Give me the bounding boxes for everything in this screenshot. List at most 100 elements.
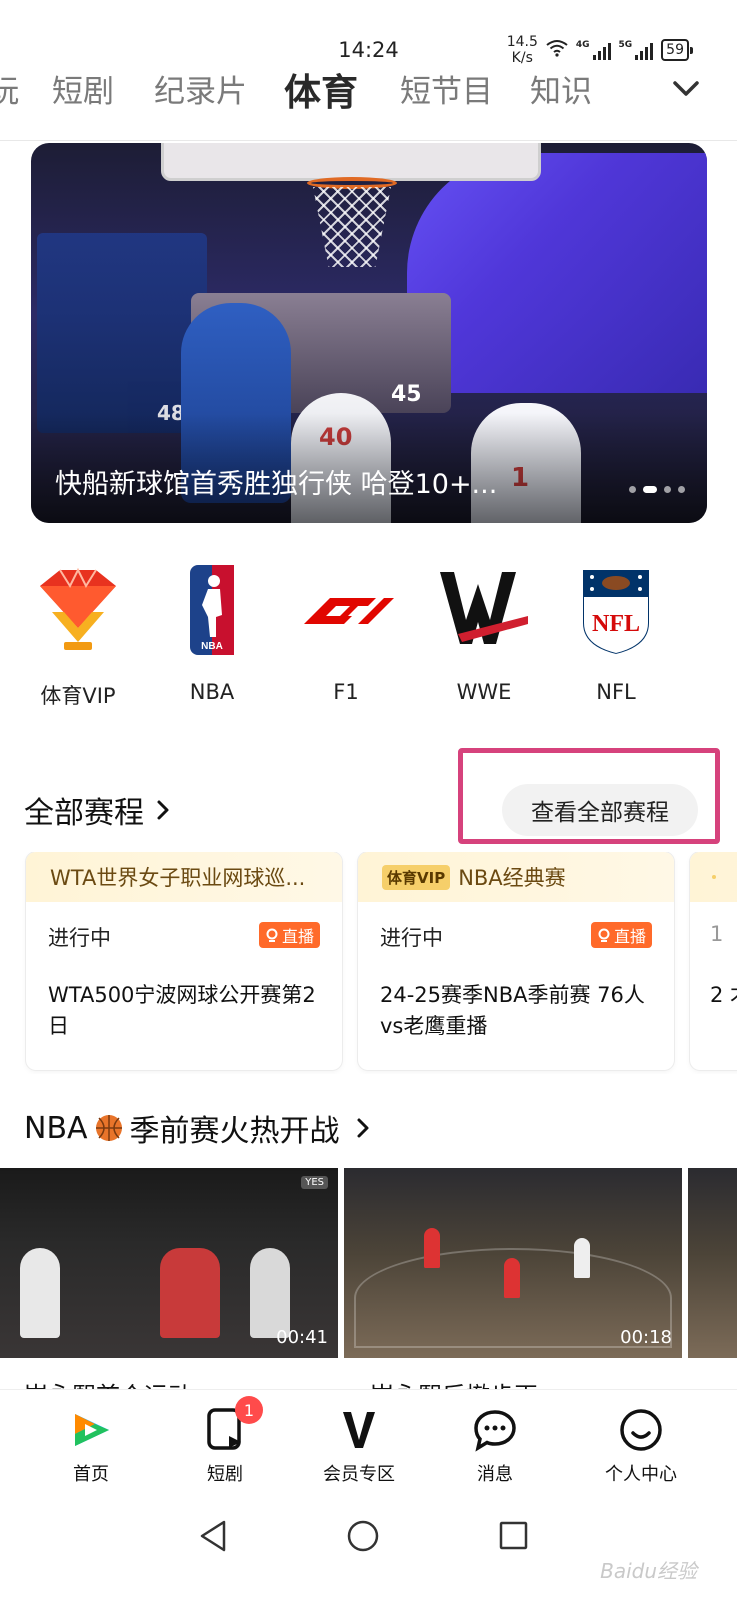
tab-play[interactable]: 玩 bbox=[0, 66, 19, 111]
video-duration: 00:18 bbox=[620, 1327, 672, 1348]
score-right: 45 bbox=[391, 382, 422, 407]
nfl-logo-icon: NFL bbox=[566, 560, 666, 660]
chevron-right-icon bbox=[157, 800, 169, 820]
video-thumbnail[interactable]: 00:18 bbox=[344, 1168, 682, 1358]
sports-categories: 体育VIP NBA NBA F1 WWE NFL NFL bbox=[0, 560, 737, 720]
schedule-title-text: 全部赛程 bbox=[24, 796, 144, 831]
nav-home[interactable]: 首页 bbox=[36, 1406, 146, 1486]
nba-section-title[interactable]: NBA 季前赛火热开战 bbox=[24, 1106, 372, 1150]
nba-video-row: YES 00:41 00:18 bbox=[0, 1168, 737, 1358]
short-drama-icon: 1 bbox=[201, 1396, 263, 1454]
nav-label: 消息 bbox=[477, 1464, 513, 1485]
arena-screen bbox=[407, 153, 707, 393]
svg-text:NBA: NBA bbox=[201, 641, 223, 652]
tab-knowledge[interactable]: 知识 bbox=[530, 66, 592, 111]
bottom-navigation: 首页 1 短剧 会员专区 消息 个人中心 bbox=[0, 1390, 737, 1500]
backboard bbox=[161, 143, 541, 181]
video-duration: 00:41 bbox=[276, 1327, 328, 1348]
net-speed-value: 14.5 bbox=[506, 34, 538, 50]
player-figure bbox=[504, 1258, 520, 1298]
channel-tag: YES bbox=[301, 1176, 328, 1189]
card-league: 体育VIP NBA经典赛 bbox=[358, 852, 674, 902]
live-icon bbox=[266, 928, 278, 942]
video-thumbnail-partial[interactable] bbox=[688, 1168, 737, 1358]
tab-sports[interactable]: 体育 bbox=[284, 62, 358, 116]
f1-logo-icon bbox=[296, 560, 396, 660]
category-partial[interactable]: 篮 bbox=[688, 560, 737, 710]
channel-tabs: 玩 短剧 纪录片 体育 短节目 知识 bbox=[0, 62, 737, 118]
video-titles-cut: 崔永熙首个运动 崔永熙后撤步再 bbox=[24, 1374, 724, 1390]
category-wwe[interactable]: WWE bbox=[424, 560, 544, 704]
category-f1[interactable]: F1 bbox=[286, 560, 406, 704]
page-dot bbox=[629, 486, 636, 493]
nav-label: 短剧 bbox=[207, 1464, 243, 1485]
category-nba[interactable]: NBA NBA bbox=[152, 560, 272, 704]
schedule-cards: WTA世界女子职业网球巡... 进行中 直播 WTA500宁波网球公开赛第2日 … bbox=[0, 852, 737, 1074]
nav-messages[interactable]: 消息 bbox=[440, 1406, 550, 1486]
tab-short-drama[interactable]: 短剧 bbox=[52, 66, 114, 111]
banner-pagination bbox=[629, 486, 685, 493]
nav-label: 会员专区 bbox=[323, 1464, 395, 1485]
match-status: 进行中 bbox=[380, 926, 443, 950]
league-name: WTA世界女子职业网球巡... bbox=[50, 866, 306, 890]
hero-banner[interactable]: 48 45 40 1 快船新球馆首秀胜独行侠 哈登10+... bbox=[31, 143, 707, 523]
live-badge: 直播 bbox=[590, 922, 652, 948]
back-icon[interactable] bbox=[196, 1518, 230, 1554]
recents-square-icon[interactable] bbox=[496, 1518, 530, 1554]
category-nfl[interactable]: NFL NFL bbox=[556, 560, 676, 704]
nav-label: 首页 bbox=[73, 1464, 109, 1485]
video-title: 崔永熙首个运动 bbox=[24, 1376, 192, 1390]
schedule-card[interactable]: 体育VIP NBA经典赛 进行中 直播 24-25赛季NBA季前赛 76人vs老… bbox=[358, 852, 674, 1070]
live-badge-text: 直播 bbox=[281, 927, 314, 946]
vip-tag bbox=[712, 875, 716, 879]
play-logo-icon bbox=[67, 1406, 115, 1454]
nba-title-text: 季前赛火热开战 bbox=[129, 1114, 340, 1149]
league-name: NBA经典赛 bbox=[458, 866, 566, 890]
baidu-watermark: Baidu经验 bbox=[600, 1559, 697, 1583]
nav-vip-zone[interactable]: 会员专区 bbox=[304, 1406, 414, 1486]
tab-documentary[interactable]: 纪录片 bbox=[154, 66, 247, 111]
player-figure bbox=[20, 1248, 60, 1338]
category-label: NBA bbox=[189, 680, 235, 704]
player-figure bbox=[424, 1228, 440, 1268]
live-badge: 直播 bbox=[258, 922, 320, 948]
battery-icon: 59 bbox=[661, 39, 693, 61]
nav-profile[interactable]: 个人中心 bbox=[586, 1406, 696, 1486]
schedule-title[interactable]: 全部赛程 bbox=[24, 788, 172, 832]
match-status: 1 bbox=[710, 922, 724, 946]
wwe-logo-icon bbox=[434, 560, 534, 660]
signal-4g-icon: 4G bbox=[576, 40, 611, 60]
nav-label: 个人中心 bbox=[605, 1464, 677, 1485]
notification-badge: 1 bbox=[235, 1396, 263, 1424]
live-badge-text: 直播 bbox=[613, 927, 646, 946]
schedule-card-partial[interactable]: 1 2 才 bbox=[690, 852, 737, 1070]
match-title: 24-25赛季NBA季前赛 76人vs老鹰重播 bbox=[380, 983, 645, 1038]
card-league bbox=[690, 852, 737, 902]
chat-bubble-icon bbox=[471, 1406, 519, 1454]
match-title: WTA500宁波网球公开赛第2日 bbox=[48, 983, 316, 1038]
live-icon bbox=[598, 928, 610, 942]
home-circle-icon[interactable] bbox=[346, 1518, 380, 1554]
wifi-icon bbox=[546, 39, 568, 62]
category-label: F1 bbox=[333, 680, 359, 704]
chevron-right-icon bbox=[357, 1118, 369, 1138]
nba-logo-icon: NBA bbox=[162, 560, 262, 660]
player-figure bbox=[250, 1248, 290, 1338]
match-title: 2 才 bbox=[710, 983, 737, 1007]
svg-text:NFL: NFL bbox=[592, 611, 640, 637]
nav-short-drama[interactable]: 1 短剧 bbox=[170, 1396, 280, 1486]
signal-5g-icon: 5G bbox=[619, 40, 654, 60]
basketball-icon bbox=[95, 1115, 122, 1141]
schedule-card[interactable]: WTA世界女子职业网球巡... 进行中 直播 WTA500宁波网球公开赛第2日 bbox=[26, 852, 342, 1070]
chevron-down-icon[interactable] bbox=[671, 74, 701, 104]
view-all-schedule-button[interactable]: 查看全部赛程 bbox=[502, 784, 698, 836]
category-sports-vip[interactable]: 体育VIP bbox=[18, 560, 138, 710]
category-label: WWE bbox=[456, 680, 512, 704]
player-figure bbox=[160, 1248, 220, 1338]
page-dot bbox=[678, 486, 685, 493]
page-dot-active bbox=[643, 486, 657, 493]
smile-face-icon bbox=[617, 1406, 665, 1454]
tab-short-program[interactable]: 短节目 bbox=[400, 66, 493, 111]
system-navigation: Baidu经验 bbox=[0, 1500, 737, 1600]
video-thumbnail[interactable]: YES 00:41 bbox=[0, 1168, 338, 1358]
